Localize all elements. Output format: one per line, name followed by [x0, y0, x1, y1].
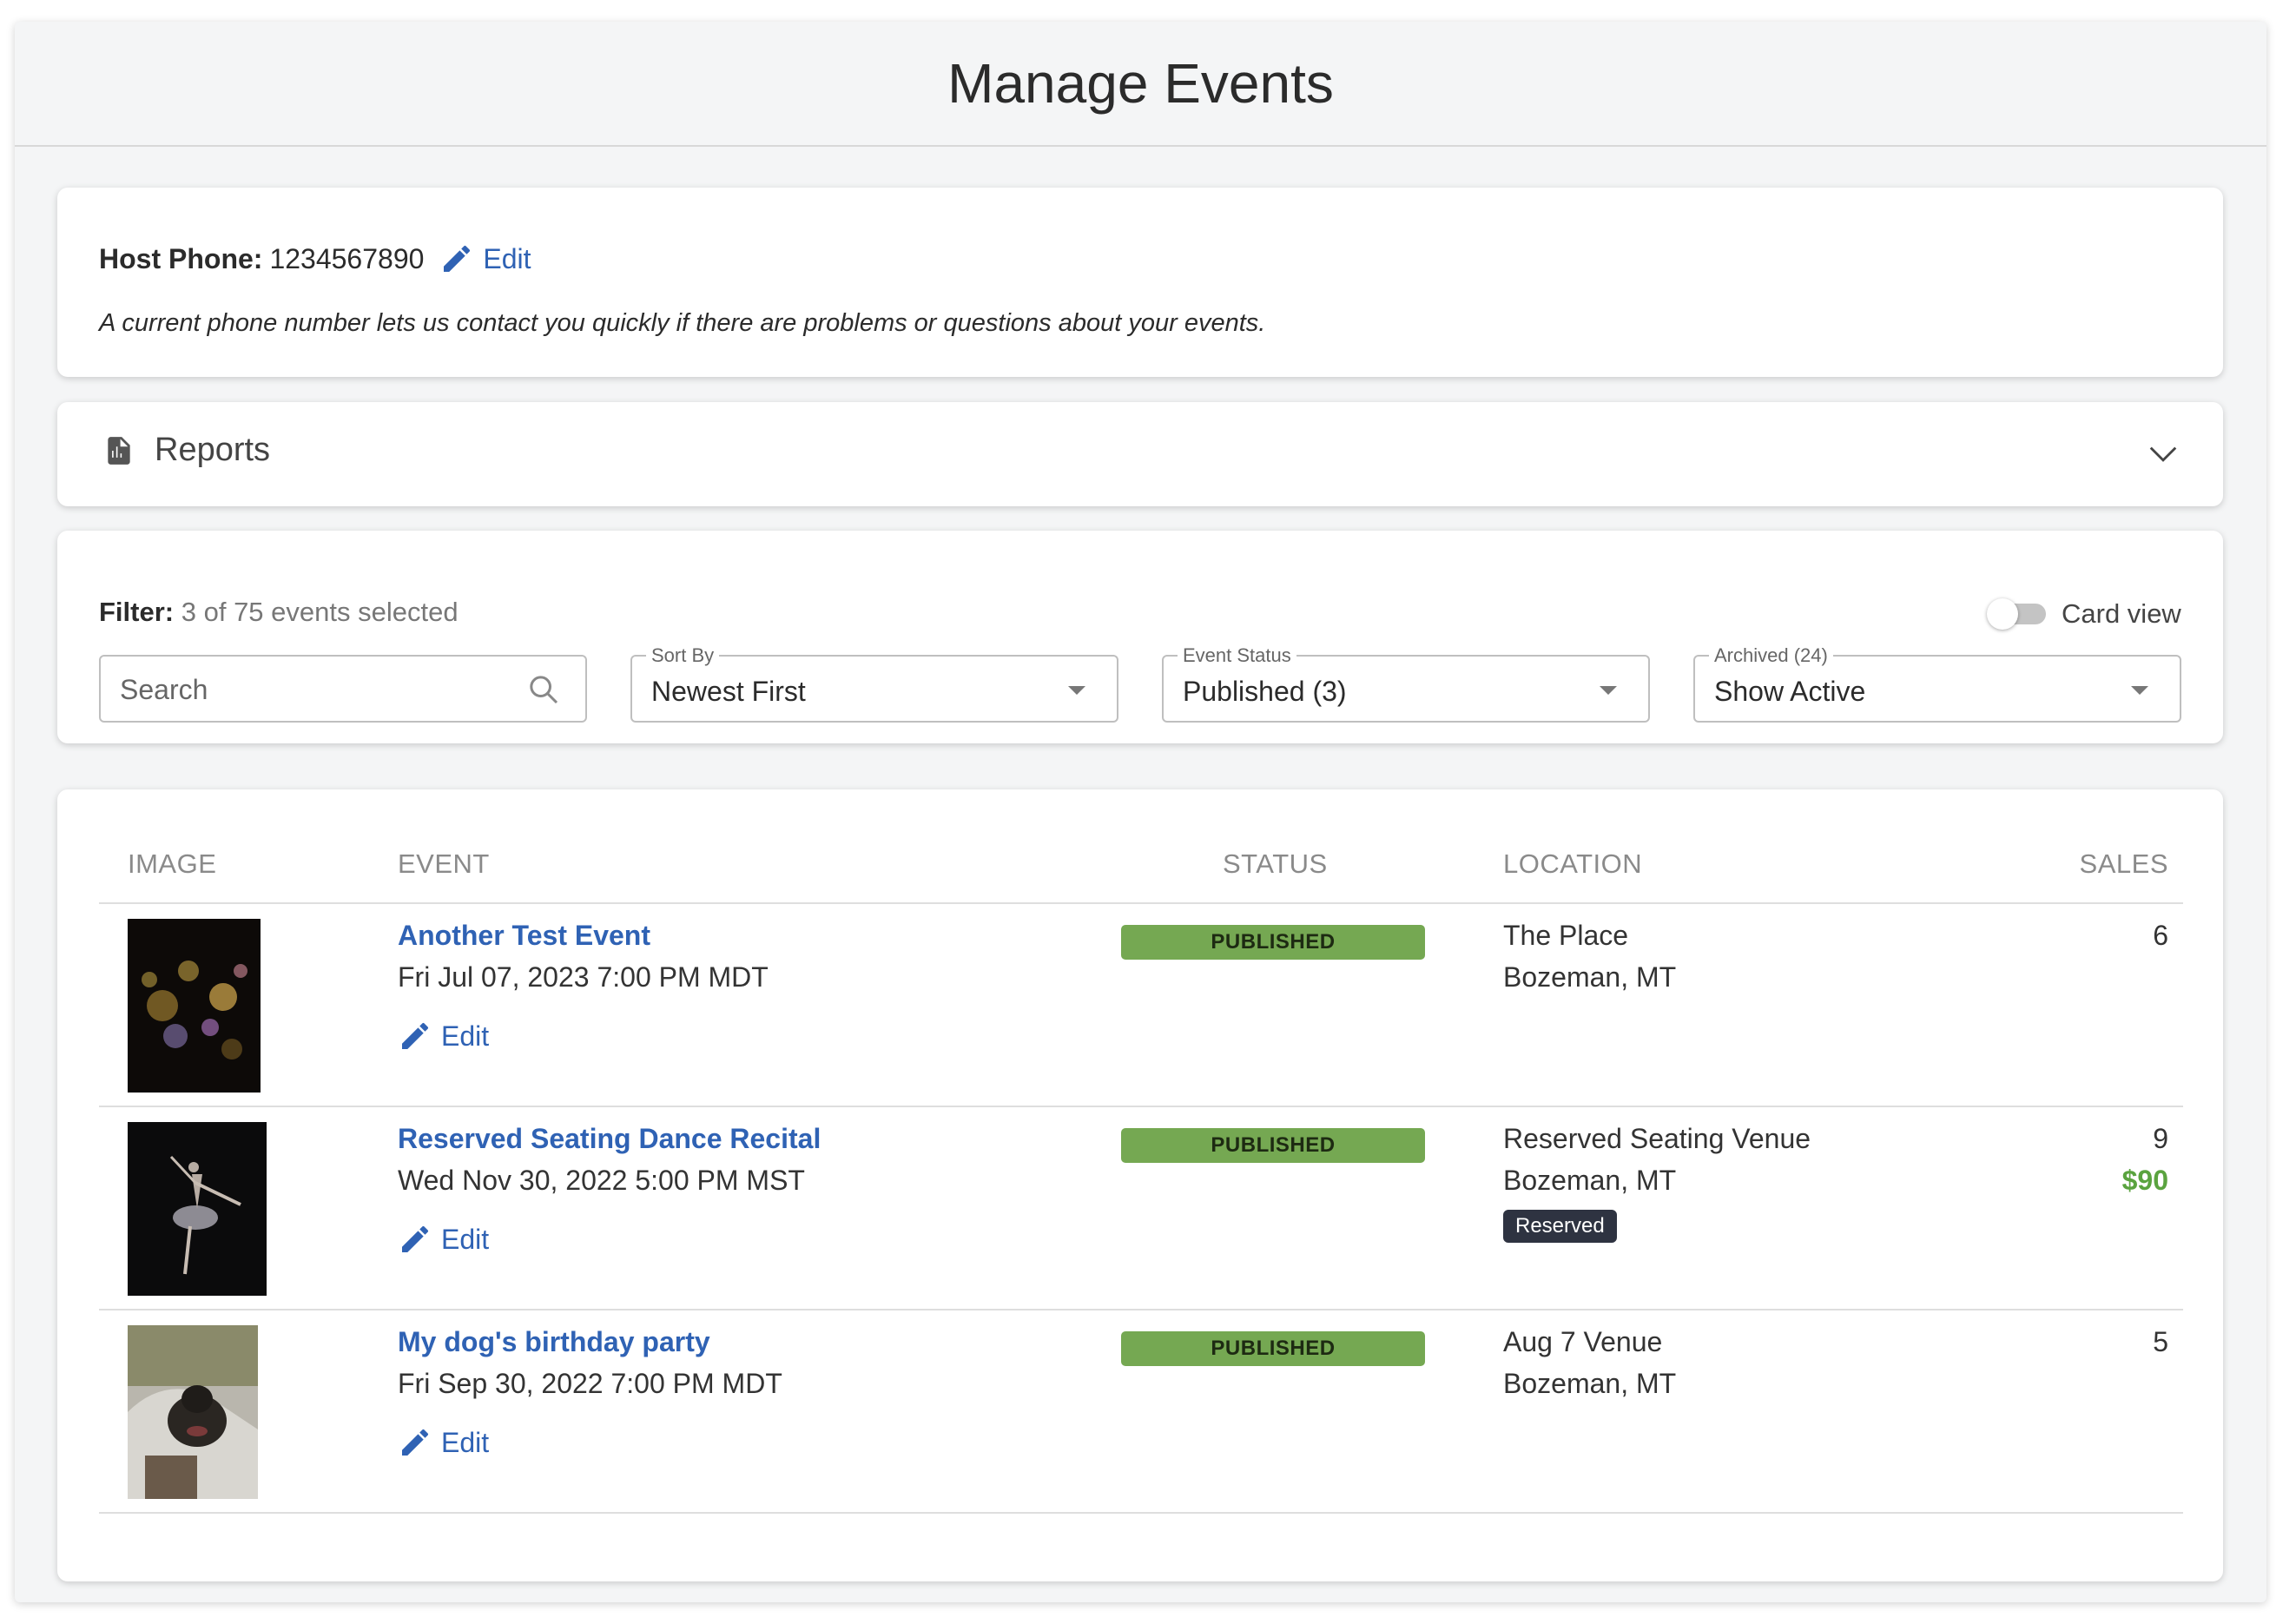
- toggle-knob[interactable]: [1987, 598, 2018, 630]
- venue-city: Bozeman, MT: [1503, 961, 1677, 993]
- host-phone-line: Host Phone: 1234567890 Edit: [99, 241, 531, 276]
- page-header: Manage Events: [15, 22, 2266, 147]
- filter-count: 3 of 75 events selected: [181, 597, 459, 627]
- search-input[interactable]: Search: [99, 655, 587, 723]
- venue-city: Bozeman, MT: [1503, 1165, 1677, 1196]
- row-divider: [99, 1512, 2183, 1514]
- column-header-sales: SALES: [2079, 848, 2168, 879]
- status-badge: PUBLISHED: [1121, 925, 1425, 960]
- table-row: My dog's birthday party Fri Sep 30, 2022…: [57, 1310, 2223, 1512]
- column-header-event: EVENT: [398, 848, 490, 879]
- table-row: Reserved Seating Dance Recital Wed Nov 3…: [57, 1107, 2223, 1309]
- edit-event-button[interactable]: Edit: [398, 1222, 489, 1257]
- host-phone-card: Host Phone: 1234567890 Edit A current ph…: [57, 188, 2223, 377]
- reserved-badge: Reserved: [1503, 1210, 1617, 1243]
- event-title-link[interactable]: Reserved Seating Dance Recital: [398, 1123, 821, 1155]
- dropdown-caret-icon: [2131, 686, 2148, 695]
- venue-name: Aug 7 Venue: [1503, 1326, 1663, 1357]
- dog-photo-image[interactable]: [128, 1325, 258, 1499]
- venue-city: Bozeman, MT: [1503, 1368, 1677, 1399]
- edit-phone-label: Edit: [483, 242, 531, 274]
- toggle-track[interactable]: [1987, 598, 2046, 630]
- event-date: Wed Nov 30, 2022 5:00 PM MST: [398, 1165, 805, 1196]
- archived-value: Show Active: [1714, 676, 1866, 707]
- pencil-icon: [444, 245, 471, 272]
- status-badge: PUBLISHED: [1121, 1331, 1425, 1366]
- host-phone-value: 1234567890: [269, 242, 425, 274]
- pencil-icon: [402, 1225, 429, 1252]
- venue-name: Reserved Seating Venue: [1503, 1123, 1811, 1154]
- pencil-icon: [402, 1022, 429, 1049]
- venue-name: The Place: [1503, 920, 1629, 951]
- report-document-icon: [108, 436, 130, 465]
- reports-label: Reports: [155, 432, 271, 468]
- dropdown-caret-icon: [1600, 686, 1617, 695]
- event-date: Fri Sep 30, 2022 7:00 PM MDT: [398, 1368, 782, 1399]
- edit-event-button[interactable]: Edit: [398, 1019, 489, 1053]
- edit-phone-button[interactable]: Edit: [439, 241, 531, 276]
- status-badge: PUBLISHED: [1121, 1128, 1425, 1163]
- sales-count: 9: [2153, 1123, 2168, 1154]
- column-header-location: LOCATION: [1503, 848, 1643, 879]
- dropdown-caret-icon: [1068, 686, 1085, 695]
- edit-event-label: Edit: [441, 1020, 490, 1052]
- event-title-link[interactable]: Another Test Event: [398, 920, 650, 952]
- filter-label: Filter:: [99, 597, 175, 627]
- manage-events-panel: Manage Events Host Phone: 1234567890 Edi…: [15, 22, 2266, 1602]
- event-status-legend: Event Status: [1178, 644, 1296, 667]
- edit-event-button[interactable]: Edit: [398, 1425, 489, 1460]
- edit-event-label: Edit: [441, 1223, 490, 1255]
- page-title: Manage Events: [947, 52, 1334, 115]
- events-table: IMAGE EVENT STATUS LOCATION SALES Anothe…: [57, 789, 2223, 1581]
- sales-count: 5: [2153, 1326, 2168, 1357]
- ballet-dancer-image[interactable]: [128, 1122, 267, 1296]
- sales-revenue: $90: [2121, 1165, 2168, 1196]
- column-header-status: STATUS: [1223, 848, 1328, 879]
- card-view-toggle[interactable]: Card view: [1987, 598, 2181, 630]
- bokeh-lights-image[interactable]: [128, 919, 261, 1093]
- reports-accordion[interactable]: Reports: [57, 402, 2223, 506]
- event-title-link[interactable]: My dog's birthday party: [398, 1326, 710, 1358]
- sort-by-legend: Sort By: [646, 644, 720, 667]
- host-phone-label: Host Phone:: [99, 242, 263, 274]
- pencil-icon: [402, 1429, 429, 1456]
- edit-event-label: Edit: [441, 1426, 490, 1458]
- chevron-down-icon[interactable]: [2147, 437, 2180, 470]
- search-icon[interactable]: [526, 672, 561, 707]
- event-status-select[interactable]: Event Status Published (3): [1162, 644, 1650, 723]
- sort-by-value: Newest First: [651, 676, 806, 707]
- sales-count: 6: [2153, 920, 2168, 951]
- sort-by-select[interactable]: Sort By Newest First: [630, 644, 1118, 723]
- reports-header[interactable]: Reports: [102, 432, 270, 469]
- column-header-image: IMAGE: [128, 848, 217, 879]
- archived-legend: Archived (24): [1709, 644, 1833, 667]
- card-view-label: Card view: [2062, 598, 2181, 629]
- filter-card: Filter: 3 of 75 events selected Card vie…: [57, 531, 2223, 743]
- archived-select[interactable]: Archived (24) Show Active: [1693, 644, 2181, 723]
- host-phone-note: A current phone number lets us contact y…: [99, 309, 1266, 337]
- filter-summary: Filter: 3 of 75 events selected: [99, 597, 459, 628]
- event-date: Fri Jul 07, 2023 7:00 PM MDT: [398, 961, 769, 993]
- table-row: Another Test Event Fri Jul 07, 2023 7:00…: [57, 904, 2223, 1106]
- event-status-value: Published (3): [1183, 676, 1347, 707]
- search-placeholder: Search: [120, 674, 208, 705]
